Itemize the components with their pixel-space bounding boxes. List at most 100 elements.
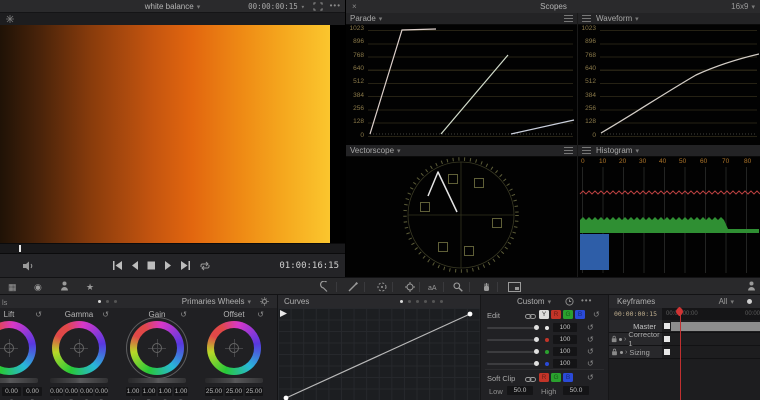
viewer-timecode[interactable]: 00:00:00:15 ▾ (248, 2, 305, 11)
lift-master-slider[interactable] (0, 378, 38, 383)
curves-page-dots[interactable] (400, 300, 443, 303)
gain-color-wheel[interactable] (130, 321, 184, 375)
b-value-box[interactable]: 100 (553, 359, 577, 368)
volume-icon[interactable] (22, 261, 34, 271)
keyframes-ruler[interactable]: 00:00:00:15 00:00:00:00 00:00:00:00 (609, 308, 760, 320)
offset-master-slider[interactable] (205, 378, 263, 383)
value-box[interactable]: 0.00 (2, 387, 21, 396)
wheel-hub[interactable] (152, 343, 162, 353)
keyframes-filter-dropdown[interactable]: All ▾ (719, 297, 734, 306)
b-slider-track[interactable] (487, 363, 537, 365)
value-box[interactable]: 1.00 (142, 387, 156, 396)
offset-color-wheel[interactable] (207, 321, 261, 375)
slider-handle[interactable] (534, 337, 539, 342)
wheel-hub[interactable] (4, 343, 14, 353)
g-slider-track[interactable] (487, 351, 537, 353)
effects-icon[interactable]: ★ (86, 282, 94, 292)
slider-handle[interactable] (534, 325, 539, 330)
value-box[interactable]: 25.00 (245, 387, 263, 396)
value-box[interactable]: 0.00 (65, 387, 78, 396)
hook-icon[interactable] (318, 281, 328, 292)
value-box[interactable]: 25.00 (205, 387, 223, 396)
value-box[interactable]: 1.00 (158, 387, 172, 396)
softclip-b-button[interactable]: B (563, 373, 573, 382)
step-backward-button[interactable] (131, 261, 139, 270)
reset-icon[interactable]: ↺ (180, 310, 187, 319)
value-box[interactable]: 1.00 (174, 387, 188, 396)
reset-icon[interactable]: ↺ (35, 310, 42, 319)
aspect-dropdown[interactable]: 16x9 ▾ (731, 2, 755, 11)
link-icon[interactable] (525, 375, 536, 384)
keyframe-marker[interactable] (664, 349, 670, 355)
reset-icon[interactable]: ↺ (587, 359, 594, 368)
pip-box-icon[interactable] (508, 282, 521, 292)
gallery-icon[interactable]: ▦ (8, 282, 17, 292)
hand-icon[interactable] (482, 282, 491, 292)
enable-dot-icon[interactable] (620, 350, 623, 354)
wheel-hub[interactable] (74, 343, 84, 353)
channel-y-button[interactable]: Y (539, 310, 549, 319)
gamma-master-slider[interactable] (50, 378, 108, 383)
track-cell[interactable]: › Corrector 1 (609, 330, 662, 348)
gain-master-slider[interactable] (128, 378, 186, 383)
viewer-canvas[interactable] (0, 25, 345, 243)
pencil-icon[interactable] (348, 282, 358, 292)
menu-lines-icon[interactable] (582, 15, 591, 22)
value-box[interactable]: 0.00 (95, 387, 108, 396)
curve-mode-dropdown[interactable]: Custom ▾ (517, 297, 551, 306)
aperture-icon[interactable] (6, 15, 14, 23)
master-keyframe-bar[interactable] (671, 322, 760, 331)
lock-icon[interactable] (611, 335, 617, 343)
curves-graph[interactable] (278, 308, 480, 400)
lift-color-wheel[interactable] (0, 321, 36, 375)
channel-r-button[interactable]: R (551, 310, 561, 319)
keyframe-marker[interactable] (664, 336, 670, 342)
reset-icon[interactable]: ↺ (587, 373, 594, 382)
wheels-page-dots[interactable] (98, 300, 117, 303)
play-button[interactable] (164, 261, 172, 270)
media-pool-icon[interactable] (60, 281, 69, 291)
r-value-box[interactable]: 100 (553, 335, 577, 344)
vectorscope-label-dropdown[interactable]: Vectorscope ▾ (350, 146, 401, 155)
viewer-scrubber[interactable] (0, 243, 345, 253)
text-size-icon[interactable]: aA (428, 284, 437, 294)
tracker-icon[interactable] (405, 282, 415, 292)
low-value-box[interactable]: 50.0 (507, 386, 533, 395)
ellipsis-menu-icon[interactable]: ••• (581, 296, 592, 305)
clock-icon[interactable] (565, 297, 574, 306)
value-box[interactable]: 0.00 (80, 387, 93, 396)
lock-icon[interactable] (611, 348, 618, 356)
value-box[interactable]: 1.00 (126, 387, 140, 396)
ellipsis-menu-icon[interactable]: ••• (330, 1, 341, 10)
channel-g-button[interactable]: G (563, 310, 573, 319)
zoom-knob-icon[interactable] (747, 299, 752, 304)
y-value-box[interactable]: 100 (553, 323, 577, 332)
reset-icon[interactable]: ↺ (257, 310, 264, 319)
softclip-r-button[interactable]: R (539, 373, 549, 382)
scrubber-playhead[interactable] (19, 245, 21, 252)
stereo-person-icon[interactable] (747, 281, 756, 291)
keyframe-marker[interactable] (664, 323, 670, 329)
reset-icon[interactable]: ↺ (587, 335, 594, 344)
link-icon[interactable] (525, 312, 536, 321)
y-slider-track[interactable] (487, 327, 537, 329)
track-cell[interactable]: › Sizing (609, 346, 662, 358)
luts-icon[interactable]: ◉ (34, 282, 42, 292)
keyframe-track-corrector[interactable]: › Corrector 1 (609, 330, 760, 348)
r-slider-track[interactable] (487, 339, 537, 341)
scope-settings-icon[interactable] (564, 147, 573, 154)
wheel-hub[interactable] (229, 343, 239, 353)
enable-dot-icon[interactable] (619, 337, 622, 341)
waveform-label-dropdown[interactable]: Waveform ▾ (596, 14, 639, 23)
expand-chevron-icon[interactable]: › (625, 349, 627, 356)
softclip-g-button[interactable]: G (551, 373, 561, 382)
dashed-circle-icon[interactable] (377, 282, 387, 292)
reset-icon[interactable]: ↺ (102, 310, 109, 319)
skip-forward-button[interactable] (180, 261, 191, 270)
skip-backward-button[interactable] (112, 261, 123, 270)
keyframes-playhead-line[interactable] (680, 308, 681, 400)
magnifier-icon[interactable] (453, 282, 463, 292)
reset-icon[interactable]: ↺ (593, 310, 600, 319)
scope-settings-icon[interactable] (564, 15, 573, 22)
slider-handle[interactable] (534, 361, 539, 366)
